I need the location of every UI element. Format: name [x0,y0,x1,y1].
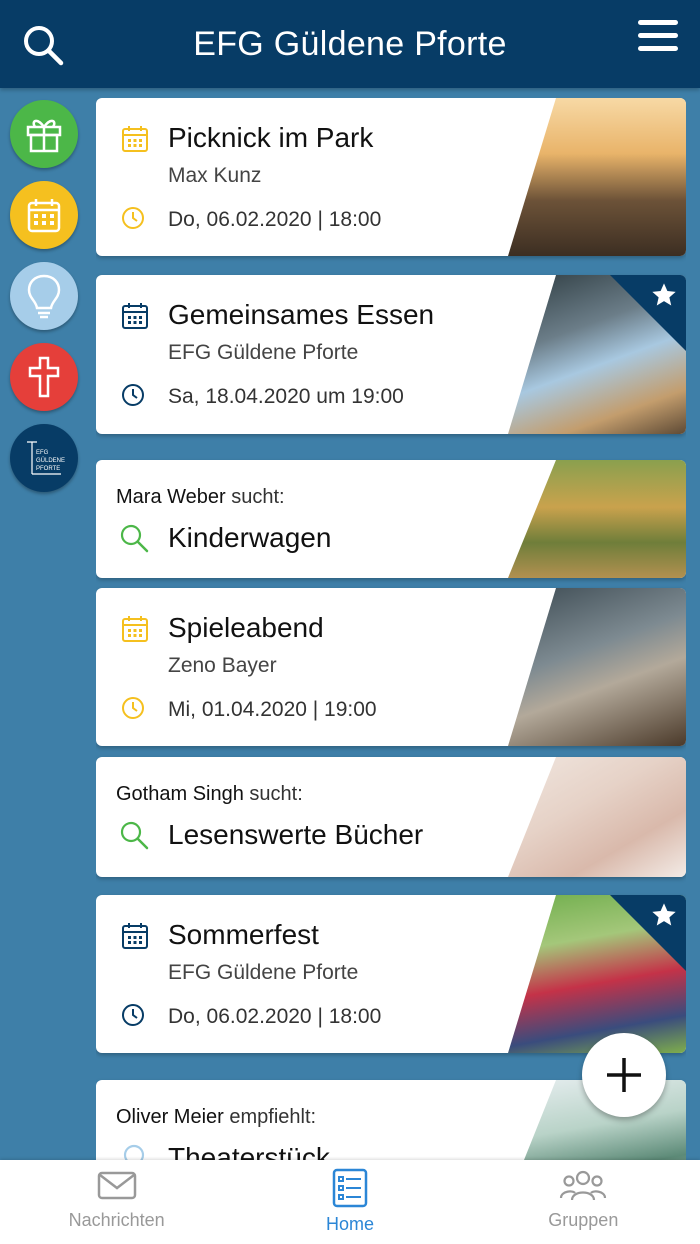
clock-icon [122,1004,144,1026]
app-header: EFG Güldene Pforte [0,0,700,88]
author-name: Oliver Meier [116,1106,224,1128]
author-name: Gotham Singh [116,783,244,805]
svg-text:EFG: EFG [36,450,49,456]
calendar-icon [122,923,148,949]
nav-item-gruppen[interactable]: Gruppen [467,1160,700,1244]
event-image [508,588,686,746]
star-icon [652,283,676,306]
search-card[interactable]: Mara Weber sucht: Kinderwagen [96,460,686,578]
event-card[interactable]: Picknick im Park Max Kunz Do, 06.02.2020… [96,98,686,256]
event-title: Picknick im Park [168,122,374,153]
search-title: Kinderwagen [168,522,332,553]
search-icon [120,821,149,850]
nav-label: Nachrichten [68,1210,165,1230]
event-organizer: Zeno Bayer [168,654,277,677]
feed: Picknick im Park Max Kunz Do, 06.02.2020… [96,98,686,1160]
search-image [508,460,686,578]
search-title: Lesenswerte Bücher [168,819,424,850]
group-icon [560,1170,607,1201]
author-verb: sucht: [249,783,303,805]
event-organizer: EFG Güldene Pforte [168,341,359,364]
page-title: EFG Güldene Pforte [193,24,507,63]
nav-label: Gruppen [548,1210,619,1230]
event-card[interactable]: Gemeinsames Essen EFG Güldene Pforte Sa,… [96,275,686,434]
author-name: Mara Weber [116,486,226,508]
envelope-icon [97,1171,136,1200]
event-title: Sommerfest [168,919,319,950]
event-card[interactable]: Sommerfest EFG Güldene Pforte Do, 06.02.… [96,895,686,1053]
nav-item-nachrichten[interactable]: Nachrichten [0,1160,233,1244]
event-organizer: EFG Güldene Pforte [168,961,359,984]
list-icon [332,1168,368,1208]
menu-button[interactable] [638,20,678,60]
faith-category-button[interactable] [10,343,78,411]
search-icon [24,26,64,66]
event-datetime: Do, 06.02.2020 | 18:00 [168,1005,382,1028]
church-logo-button[interactable]: EFG GÜLDENE PFORTE [10,424,78,492]
recommend-title: Theaterstück [168,1142,330,1160]
search-author-line: Mara Weber sucht: [116,486,285,509]
nav-label: Home [325,1214,374,1234]
svg-text:PFORTE: PFORTE [36,466,60,472]
clock-icon [122,207,144,229]
nav-item-home[interactable]: Home [233,1160,466,1244]
calendar-category-button[interactable] [10,181,78,249]
search-icon [120,524,149,553]
svg-text:GÜLDENE: GÜLDENE [36,457,65,464]
lightbulb-icon [27,274,61,319]
category-rail: EFG GÜLDENE PFORTE [10,100,80,505]
calendar-icon [122,126,148,152]
lightbulb-icon [123,1144,145,1160]
clock-icon [122,384,144,406]
event-datetime: Mi, 01.04.2020 | 19:00 [168,698,377,721]
search-card[interactable]: Gotham Singh sucht: Lesenswerte Bücher [96,757,686,877]
event-datetime: Sa, 18.04.2020 um 19:00 [168,385,404,408]
event-card[interactable]: Spieleabend Zeno Bayer Mi, 01.04.2020 | … [96,588,686,746]
idea-category-button[interactable] [10,262,78,330]
author-verb: empfiehlt: [229,1106,317,1128]
search-button[interactable] [20,22,66,68]
author-verb: sucht: [231,486,285,508]
search-author-line: Gotham Singh sucht: [116,783,303,806]
event-title: Spieleabend [168,612,324,643]
calendar-icon [27,199,61,233]
bottom-navigation: Nachrichten Home Gruppen [0,1160,700,1244]
gift-icon [26,119,62,153]
church-logo-icon: EFG GÜLDENE PFORTE [27,441,65,475]
gift-category-button[interactable] [10,100,78,168]
event-image [508,98,686,256]
search-image [508,757,686,877]
calendar-icon [122,616,148,642]
clock-icon [122,697,144,719]
event-organizer: Max Kunz [168,164,262,187]
hamburger-icon [638,20,678,25]
cross-icon [28,356,60,398]
event-title: Gemeinsames Essen [168,299,435,330]
add-button[interactable] [582,1033,666,1117]
star-icon [652,903,676,926]
recommend-author-line: Oliver Meier empfiehlt: [116,1106,316,1129]
event-datetime: Do, 06.02.2020 | 18:00 [168,208,382,231]
plus-icon [607,1058,641,1092]
calendar-icon [122,303,148,329]
